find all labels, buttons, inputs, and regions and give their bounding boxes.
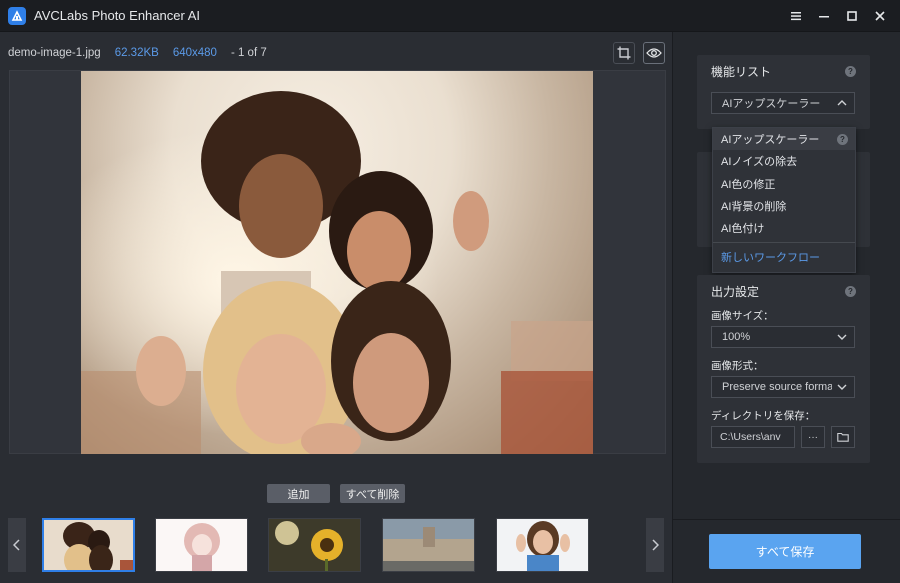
output-settings-title: 出力設定	[711, 285, 760, 299]
dropdown-divider	[713, 242, 855, 243]
feature-option[interactable]: AI色の修正	[713, 173, 855, 195]
image-size-value: 100%	[722, 331, 751, 343]
workspace: demo-image-1.jpg 62.32KB 640x480 - 1 of …	[0, 32, 672, 583]
thumb-sunflower[interactable]	[268, 518, 361, 572]
file-dimensions: 640x480	[172, 47, 217, 59]
image-format-label: 画像形式：	[711, 360, 764, 372]
save-directory-input[interactable]: C:\Users\anv	[711, 426, 795, 448]
chevron-up-icon	[837, 100, 847, 106]
thumb-woman-peace[interactable]	[496, 518, 589, 572]
clear-all-button[interactable]: すべて削除	[340, 484, 405, 503]
maximize-icon[interactable]	[838, 0, 866, 32]
feature-option[interactable]: AIノイズの除去	[713, 150, 855, 172]
feature-select-value: AIアップスケーラー	[722, 98, 821, 110]
feature-dropdown: AIアップスケーラー ? AIノイズの除去 AI色の修正 AI背景の削除 AI色…	[712, 127, 856, 273]
app-title: AVCLabs Photo Enhancer AI	[34, 8, 200, 23]
close-icon[interactable]	[866, 0, 894, 32]
file-index: - 1 of 7	[230, 47, 267, 59]
image-size-select[interactable]: 100%	[711, 326, 855, 348]
image-format-select[interactable]: Preserve source format	[711, 376, 855, 398]
image-format-value: Preserve source format	[722, 381, 832, 393]
feature-list-card: 機能リスト ? AIアップスケーラー	[697, 55, 870, 129]
thumb-city-street[interactable]	[382, 518, 475, 572]
add-button[interactable]: 追加	[267, 484, 330, 503]
thumb-anime-girl[interactable]	[155, 518, 248, 572]
panel-divider	[673, 519, 900, 520]
file-name: demo-image-1.jpg	[8, 47, 101, 59]
file-actions: 追加 すべて削除	[0, 484, 672, 504]
thumb-next-button[interactable]	[646, 518, 664, 572]
chevron-down-icon	[837, 384, 847, 390]
chevron-down-icon	[837, 334, 847, 340]
preview-photo	[81, 71, 593, 454]
save-directory-label: ディレクトリを保存：	[711, 410, 816, 422]
feature-option-label: AIアップスケーラー	[721, 134, 820, 146]
folder-icon	[837, 432, 849, 442]
minimize-icon[interactable]	[810, 0, 838, 32]
save-all-button[interactable]: すべて保存	[709, 534, 861, 569]
image-size-label: 画像サイズ：	[711, 310, 774, 322]
title-bar: AVCLabs Photo Enhancer AI	[0, 0, 900, 32]
new-workflow-link[interactable]: 新しいワークフロー	[713, 246, 855, 268]
image-canvas	[9, 70, 666, 454]
chevron-right-icon	[652, 539, 659, 551]
crop-button[interactable]	[613, 42, 635, 64]
file-size: 62.32KB	[114, 47, 159, 59]
feature-list-title: 機能リスト	[711, 65, 772, 79]
window-controls	[782, 0, 894, 32]
crop-icon	[617, 46, 631, 60]
feature-select[interactable]: AIアップスケーラー	[711, 92, 855, 114]
help-icon[interactable]: ?	[845, 66, 856, 77]
output-settings-card: 出力設定 ? 画像サイズ： 100% 画像形式： Preserve source…	[697, 275, 870, 463]
open-folder-button[interactable]	[831, 426, 855, 448]
chevron-left-icon	[13, 539, 20, 551]
feature-option[interactable]: AIアップスケーラー ?	[713, 128, 855, 150]
eye-icon	[646, 48, 662, 58]
settings-panel: 機能リスト ? AIアップスケーラー AIアップスケーラー ? AIノイズの除去…	[672, 32, 900, 583]
browse-more-button[interactable]: ···	[801, 426, 825, 448]
help-icon[interactable]: ?	[837, 134, 848, 145]
app-logo-icon	[8, 6, 26, 25]
menu-icon[interactable]	[782, 0, 810, 32]
feature-option[interactable]: AI色付け	[713, 217, 855, 239]
help-icon[interactable]: ?	[845, 286, 856, 297]
preview-toggle-button[interactable]	[643, 42, 665, 64]
thumbnail-strip	[0, 516, 672, 576]
thumb-prev-button[interactable]	[8, 518, 26, 572]
file-info-bar: demo-image-1.jpg 62.32KB 640x480 - 1 of …	[0, 32, 672, 74]
thumb-group-selfie[interactable]	[42, 518, 135, 572]
feature-option[interactable]: AI背景の削除	[713, 195, 855, 217]
